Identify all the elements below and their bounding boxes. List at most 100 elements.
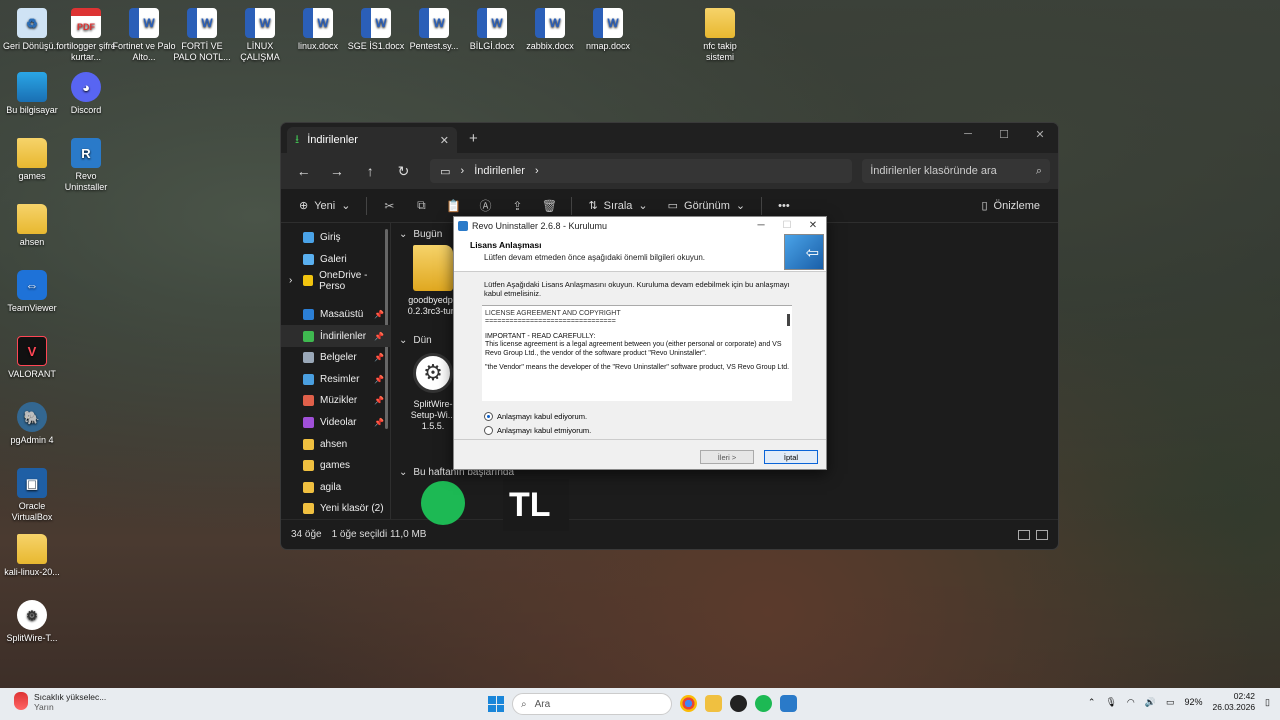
desktop-icon[interactable]: ahsen: [0, 204, 64, 248]
pin-icon[interactable]: 📌: [374, 353, 384, 362]
tiles-view-icon[interactable]: [1036, 529, 1048, 540]
sidebar-item[interactable]: İndirilenler 📌: [281, 325, 390, 347]
revo-installer-icon[interactable]: [780, 695, 797, 712]
divider: [571, 196, 573, 215]
group-label: Bugün: [413, 228, 443, 240]
forward-button[interactable]: →: [322, 157, 351, 185]
close-button[interactable]: ✕: [800, 220, 826, 231]
chevron-right-icon[interactable]: ›: [289, 275, 292, 286]
desktop-icon-label: nfc takip sistemi: [703, 41, 737, 62]
vbox-icon: ▣: [17, 468, 47, 498]
revo-icon: R: [71, 138, 101, 168]
decline-radio[interactable]: Anlaşmayı kabul etmiyorum.: [484, 423, 826, 437]
desktop-icon[interactable]: ◕ Discord: [54, 72, 118, 116]
sidebar-item[interactable]: games: [281, 455, 390, 477]
tl-app-icon[interactable]: TL: [503, 479, 569, 531]
desktop-icon[interactable]: kali-linux-20...: [0, 534, 64, 578]
tab-downloads[interactable]: ⭳ İndirilenler ✕: [287, 127, 457, 153]
sidebar-item[interactable]: Belgeler 📌: [281, 347, 390, 369]
pin-icon[interactable]: 📌: [374, 332, 384, 341]
cut-icon[interactable]: ✂: [375, 193, 403, 219]
notification-icon[interactable]: ▯: [1265, 697, 1270, 708]
desktop-icon[interactable]: W FORTİ VE PALO NOTL...: [170, 8, 234, 63]
weather-widget[interactable]: Sıcaklık yükselec... Yarın: [14, 692, 106, 712]
cancel-button[interactable]: İptal: [764, 450, 818, 464]
accept-radio[interactable]: Anlaşmayı kabul ediyorum.: [484, 409, 826, 423]
volume-icon[interactable]: 🔊: [1145, 697, 1156, 708]
sidebar-item[interactable]: Galeri: [281, 249, 390, 271]
clock[interactable]: 02:42 26.03.2026: [1213, 691, 1256, 713]
dialog-title-bar: Revo Uninstaller 2.6.8 - Kurulumu ─ ☐ ✕: [454, 217, 826, 234]
taskbar-search[interactable]: ⌕ Ara: [512, 693, 672, 715]
new-button[interactable]: ⊕ Yeni ⌄: [291, 193, 358, 219]
spotify-icon[interactable]: [755, 695, 772, 712]
desktop-icon[interactable]: ⇔ TeamViewer: [0, 270, 64, 314]
next-button[interactable]: İleri >: [700, 450, 754, 464]
paste-icon[interactable]: 📋: [439, 193, 467, 219]
desktop-icon[interactable]: Wnmap.docx: [576, 8, 640, 52]
sidebar-item[interactable]: › OneDrive - Perso: [281, 270, 390, 292]
desktop-icon[interactable]: PDF fortilogger şifre kurtar...: [54, 8, 118, 63]
sidebar-item[interactable]: Masaüstü 📌: [281, 304, 390, 326]
sidebar-item[interactable]: Müzikler 📌: [281, 390, 390, 412]
sidebar-item[interactable]: ahsen: [281, 433, 390, 455]
desktop-icon[interactable]: ⚙ SplitWire-T...: [0, 600, 64, 644]
breadcrumb[interactable]: İndirilenler: [474, 165, 525, 177]
copy-icon[interactable]: ⧉: [407, 193, 435, 219]
microphone-icon[interactable]: 🎙: [1105, 697, 1116, 708]
desktop-icon[interactable]: W LİNUX ÇALIŞMA: [228, 8, 292, 63]
desktop-icon[interactable]: W BİLGİ.docx: [460, 8, 524, 52]
wifi-icon[interactable]: ◠: [1127, 697, 1135, 708]
desktop-icon[interactable]: ▣ Oracle VirtualBox: [0, 468, 64, 523]
minimize-button[interactable]: ─: [748, 220, 774, 231]
sidebar-item[interactable]: Videolar 📌: [281, 412, 390, 434]
spotify-icon[interactable]: [421, 481, 465, 525]
maximize-button[interactable]: ☐: [986, 123, 1022, 145]
preview-pane-button[interactable]: ▯ Önizleme: [973, 193, 1048, 219]
desktop-icon[interactable]: 🐘 pgAdmin 4: [0, 402, 64, 446]
desktop-icon[interactable]: Wzabbix.docx: [518, 8, 582, 52]
start-button[interactable]: [488, 696, 504, 712]
sidebar-item[interactable]: Giriş: [281, 227, 390, 249]
details-view-icon[interactable]: [1018, 529, 1030, 540]
sidebar-item[interactable]: agila: [281, 477, 390, 499]
desktop-icon[interactable]: Wlinux.docx: [286, 8, 350, 52]
desktop-icon[interactable]: W Fortinet ve Palo Alto...: [112, 8, 176, 63]
delete-icon[interactable]: 🗑: [535, 193, 563, 219]
close-window-button[interactable]: ✕: [1022, 123, 1058, 145]
up-button[interactable]: ↑: [356, 157, 385, 185]
license-scrollbar[interactable]: [787, 314, 790, 326]
share-icon[interactable]: ⇪: [503, 193, 531, 219]
intro-text: Lütfen Aşağıdaki Lisans Anlaşmasını okuy…: [484, 280, 790, 298]
refresh-button[interactable]: ↻: [389, 157, 418, 185]
rename-icon[interactable]: Ⓐ: [471, 193, 499, 219]
back-button[interactable]: ←: [289, 157, 318, 185]
view-button[interactable]: ▭ Görünüm ⌄: [660, 193, 753, 219]
github-icon[interactable]: [730, 695, 747, 712]
file-explorer-icon[interactable]: [705, 695, 722, 712]
pin-icon[interactable]: 📌: [374, 375, 384, 384]
desktop-icon[interactable]: R Revo Uninstaller: [54, 138, 118, 193]
more-options-button[interactable]: •••: [770, 193, 798, 219]
pin-icon[interactable]: 📌: [374, 396, 384, 405]
close-tab-icon[interactable]: ✕: [440, 134, 449, 147]
chevron-up-icon[interactable]: ⌃: [1088, 697, 1096, 708]
desktop-icon[interactable]: W SGE İS1.docx: [344, 8, 408, 52]
sort-button[interactable]: ⇅ Sırala ⌄: [580, 193, 655, 219]
new-tab-button[interactable]: +: [469, 130, 478, 147]
address-bar[interactable]: ▭ › İndirilenler ›: [430, 159, 853, 183]
desktop-icon[interactable]: V VALORANT: [0, 336, 64, 380]
pin-icon[interactable]: 📌: [374, 310, 384, 319]
group-header-yesterday[interactable]: ⌄ Dün: [399, 329, 432, 351]
license-textbox[interactable]: LICENSE AGREEMENT AND COPYRIGHT ========…: [482, 305, 792, 401]
desktop-icon[interactable]: nfc takip sistemi: [688, 8, 752, 63]
minimize-button[interactable]: ─: [950, 123, 986, 145]
desktop-icon[interactable]: W Pentest.sy...: [402, 8, 466, 52]
search-input[interactable]: İndirilenler klasöründe ara ⌕: [862, 159, 1051, 183]
sidebar-item[interactable]: Resimler 📌: [281, 369, 390, 391]
pin-icon[interactable]: 📌: [374, 418, 384, 427]
battery-icon[interactable]: ▭: [1166, 697, 1175, 708]
chrome-icon[interactable]: [680, 695, 697, 712]
sidebar-item[interactable]: Yeni klasör (2): [281, 498, 390, 520]
file-name: SplitWire-Setup-Wi... 1.5.5.: [410, 399, 456, 431]
